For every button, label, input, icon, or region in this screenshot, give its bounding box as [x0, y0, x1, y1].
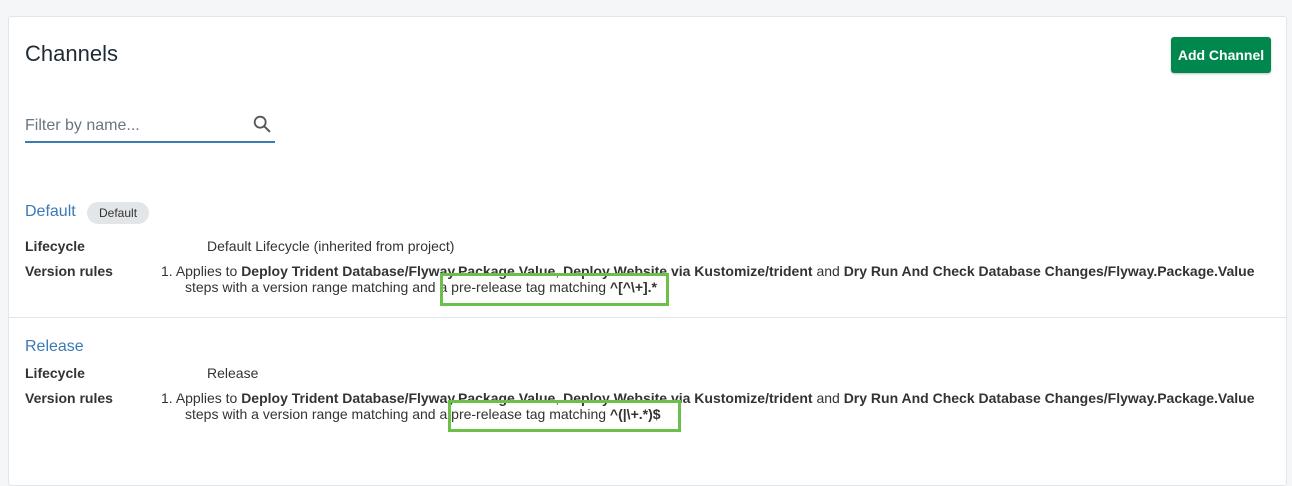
rule-number: 1. [161, 390, 173, 406]
channel-name-link[interactable]: Default [25, 203, 76, 221]
highlight-box [440, 273, 669, 306]
lifecycle-value: Default Lifecycle (inherited from projec… [207, 238, 455, 254]
filter-field [25, 111, 275, 143]
divider [9, 317, 1286, 318]
rule-and: and [816, 263, 840, 279]
add-channel-button[interactable]: Add Channel [1171, 37, 1271, 73]
lifecycle-label: Lifecycle [25, 365, 85, 381]
rule-step: Dry Run And Check Database Changes/Flywa… [843, 390, 1255, 406]
rule-applies-to: Applies to [175, 263, 238, 279]
lifecycle-value: Release [207, 365, 259, 381]
version-rules-label: Version rules [25, 390, 113, 406]
rule-line2-prefix: steps with a version range matching and … [185, 406, 448, 422]
rule-line2-prefix: steps with a version range matching and … [185, 279, 448, 295]
rule-step: Dry Run And Check Database Changes/Flywa… [843, 263, 1255, 279]
channels-card: Channels Add Channel Default Default Lif… [8, 16, 1287, 486]
highlight-box [448, 400, 681, 432]
version-rule: 1. Applies to Deploy Trident Database/Fl… [161, 390, 1271, 422]
rule-and: and [816, 390, 840, 406]
version-rules-label: Version rules [25, 263, 113, 279]
search-icon[interactable] [251, 113, 273, 135]
filter-input[interactable] [25, 113, 235, 139]
lifecycle-label: Lifecycle [25, 238, 85, 254]
channel-name-link[interactable]: Release [25, 338, 84, 356]
version-rule: 1. Applies to Deploy Trident Database/Fl… [161, 263, 1271, 295]
default-badge: Default [87, 202, 150, 224]
rule-applies-to: Applies to [175, 390, 238, 406]
rule-number: 1. [161, 263, 173, 279]
page-title: Channels [25, 41, 118, 66]
